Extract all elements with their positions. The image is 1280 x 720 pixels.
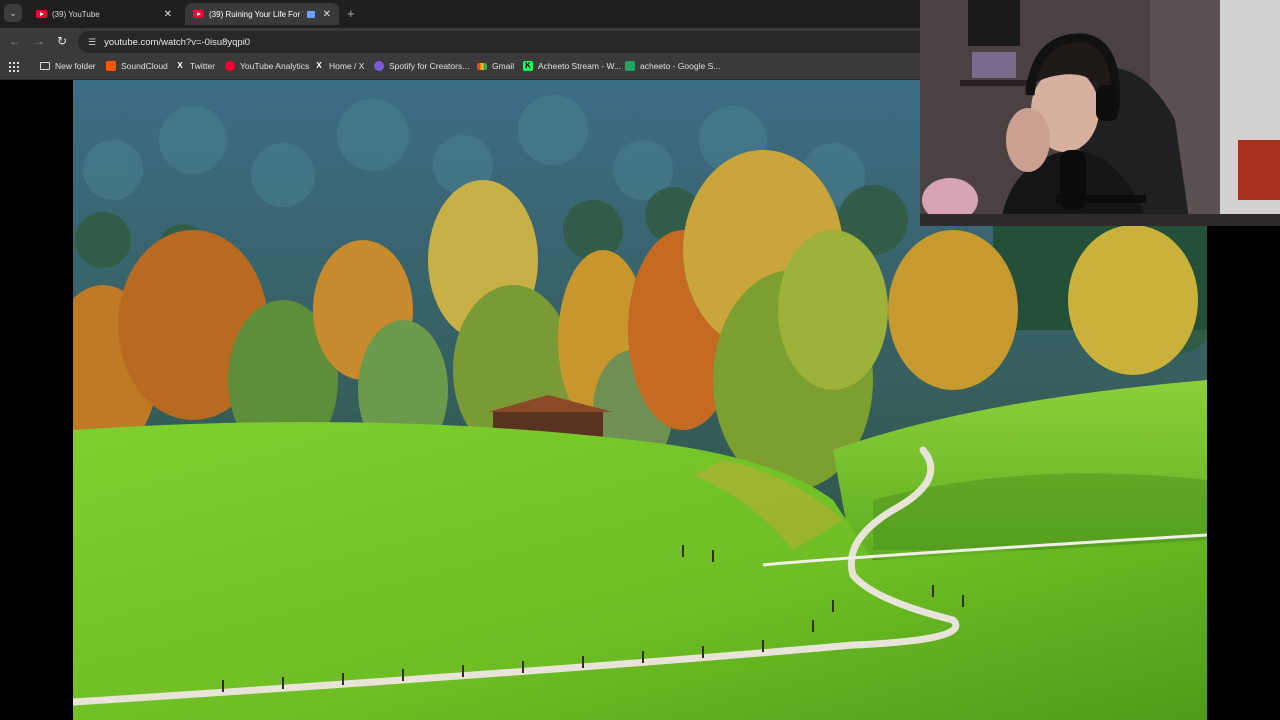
screen: ⌄ (39) YouTube ✕ (39) Ruining Your Life …: [0, 0, 1280, 720]
bookmark-label: Twitter: [190, 61, 216, 71]
x-icon: X: [177, 61, 183, 70]
tab-current-video[interactable]: (39) Ruining Your Life For Th ✕: [185, 3, 339, 25]
bookmark-youtube-analytics[interactable]: YouTube Analytics: [225, 61, 309, 71]
bookmark-gmail[interactable]: Gmail: [477, 61, 514, 71]
bookmark-label: Spotify for Creators...: [389, 61, 470, 71]
spotify-icon: [374, 61, 384, 71]
bookmark-home-x[interactable]: X Home / X: [314, 61, 364, 71]
bookmark-acheeto-sheets[interactable]: acheeto - Google S...: [625, 61, 720, 71]
youtube-icon: [225, 61, 235, 71]
bookmarks-bar: New folder SoundCloud X Twitter YouTube …: [0, 56, 920, 80]
address-text: youtube.com/watch?v=-0isu8yqpi0: [104, 36, 251, 48]
tab-search-button[interactable]: ⌄: [4, 4, 22, 22]
bookmark-twitter[interactable]: X Twitter: [175, 61, 215, 71]
close-tab-icon[interactable]: ✕: [158, 9, 172, 20]
sheets-icon: [625, 61, 635, 71]
tab-title: (39) Ruining Your Life For Th: [209, 9, 304, 19]
folder-icon: [40, 62, 50, 70]
bookmark-label: YouTube Analytics: [240, 61, 310, 71]
close-tab-icon[interactable]: ✕: [317, 9, 331, 20]
new-tab-button[interactable]: +: [347, 6, 355, 21]
kick-icon: K: [523, 61, 533, 71]
address-bar[interactable]: ☰ youtube.com/watch?v=-0isu8yqpi0: [78, 31, 920, 53]
youtube-icon: [193, 10, 204, 18]
browser-toolbar: ← → ↻ ☰ youtube.com/watch?v=-0isu8yqpi0: [0, 28, 920, 56]
gmail-icon: [477, 62, 487, 70]
bookmark-acheeto-stream[interactable]: K Acheeto Stream - W...: [523, 61, 621, 71]
bookmark-label: Home / X: [329, 61, 365, 71]
reload-button[interactable]: ↻: [57, 34, 67, 48]
apps-grid-icon[interactable]: [9, 62, 19, 72]
x-icon: X: [316, 61, 322, 70]
bookmark-soundcloud[interactable]: SoundCloud: [106, 61, 168, 71]
forward-button[interactable]: →: [33, 34, 45, 48]
site-info-icon[interactable]: ☰: [88, 37, 96, 48]
youtube-icon: [36, 10, 47, 18]
streamer-webcam-feed: [920, 0, 1280, 226]
chevron-down-icon: ⌄: [9, 7, 17, 18]
bookmark-new-folder[interactable]: New folder: [40, 61, 96, 71]
soundcloud-icon: [106, 61, 116, 71]
bookmark-label: acheeto - Google S...: [640, 61, 721, 71]
bookmark-label: Gmail: [492, 61, 515, 71]
tab-strip: ⌄ (39) YouTube ✕ (39) Ruining Your Life …: [0, 0, 920, 28]
bookmark-label: SoundCloud: [121, 61, 168, 71]
tab-title: (39) YouTube: [52, 9, 100, 19]
tab-youtube-home[interactable]: (39) YouTube ✕: [28, 3, 180, 25]
bookmark-label: New folder: [55, 61, 96, 71]
back-button[interactable]: ←: [9, 34, 21, 48]
media-playing-icon: [307, 10, 315, 18]
browser-window: ⌄ (39) YouTube ✕ (39) Ruining Your Life …: [0, 0, 920, 80]
bookmark-label: Acheeto Stream - W...: [538, 61, 622, 71]
webcam-overlay: [920, 0, 1280, 226]
bookmark-spotify-creators[interactable]: Spotify for Creators...: [374, 61, 469, 71]
